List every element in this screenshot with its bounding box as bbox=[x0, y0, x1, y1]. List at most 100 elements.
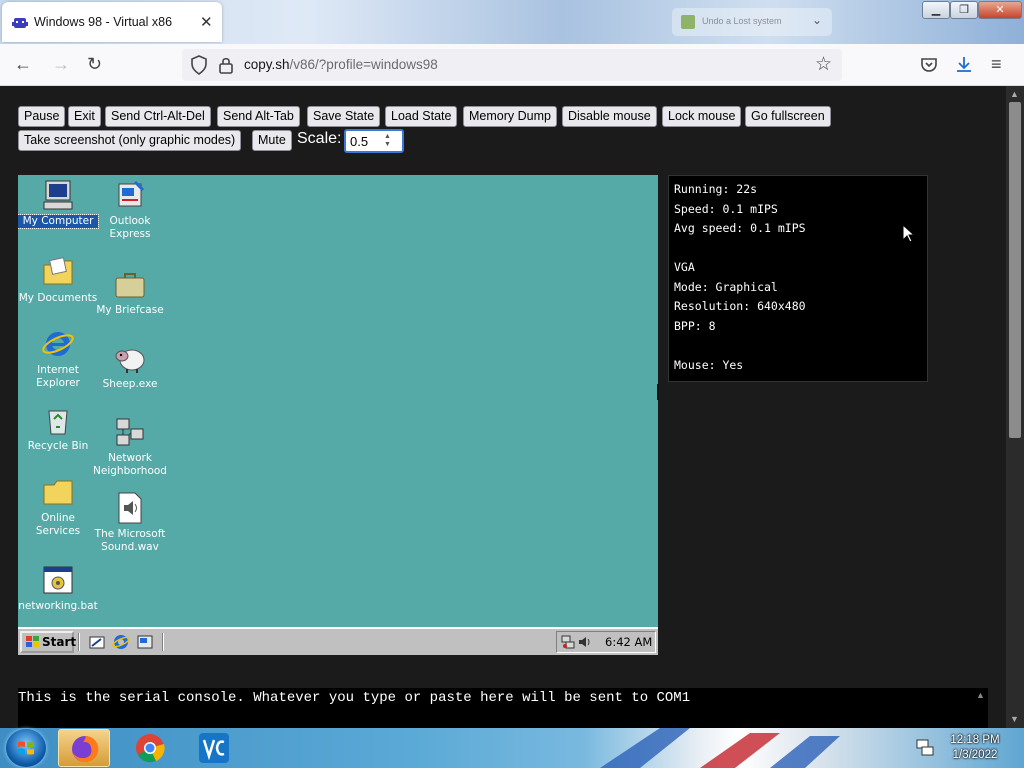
url-text[interactable]: copy.sh/v86/?profile=windows98 bbox=[244, 57, 438, 72]
serial-console[interactable]: This is the serial console. Whatever you… bbox=[18, 688, 988, 728]
start-button[interactable]: Start bbox=[20, 631, 77, 653]
my-computer-icon[interactable]: My Computer bbox=[18, 178, 99, 229]
win98-taskbar: Start 6:42 AM bbox=[18, 627, 658, 655]
url-bar[interactable]: copy.sh/v86/?profile=windows98 ☆ bbox=[182, 49, 842, 81]
url-host: copy.sh bbox=[244, 57, 290, 72]
network-neighborhood-icon[interactable]: Network Neighborhood bbox=[90, 415, 170, 478]
tab-inactive[interactable]: Undo a Lost system ⌄ bbox=[672, 8, 832, 36]
menu-hamburger-icon[interactable]: ≡ bbox=[991, 54, 1002, 74]
pocket-icon[interactable] bbox=[920, 56, 938, 74]
scroll-thumb[interactable] bbox=[1009, 102, 1021, 438]
recycle-bin-icon bbox=[48, 410, 68, 435]
network-tray-icon[interactable] bbox=[916, 739, 934, 756]
sheep-exe-icon[interactable]: Sheep.exe bbox=[90, 341, 170, 391]
url-path: /v86/?profile=windows98 bbox=[289, 57, 438, 72]
system-tray: 6:42 AM bbox=[556, 631, 656, 653]
go-fullscreen-button[interactable]: Go fullscreen bbox=[745, 106, 831, 127]
stat-mouse: Mouse: Yes bbox=[674, 357, 744, 372]
host-date: 1/3/2022 bbox=[952, 749, 998, 761]
veracrypt-icon bbox=[199, 733, 229, 763]
firefox-taskbar-button[interactable] bbox=[58, 729, 110, 767]
sheep-icon bbox=[115, 349, 145, 373]
wallpaper-art bbox=[600, 728, 840, 768]
folder-icon bbox=[43, 257, 73, 285]
desktop-icon-label: Sheep.exe bbox=[102, 378, 158, 390]
internet-explorer-icon[interactable]: Internet Explorer bbox=[18, 327, 98, 390]
save-state-button[interactable]: Save State bbox=[307, 106, 381, 127]
screen-edge-marker bbox=[657, 384, 659, 400]
tab-inactive-title: Undo a Lost system bbox=[702, 16, 782, 26]
scale-spinner-icon[interactable]: ▲ ▼ bbox=[384, 133, 391, 149]
scale-label: Scale: bbox=[297, 130, 342, 147]
internet-explorer-icon[interactable] bbox=[112, 633, 130, 651]
mute-button[interactable]: Mute bbox=[252, 130, 292, 151]
memory-dump-button[interactable]: Memory Dump bbox=[463, 106, 557, 127]
scroll-up-icon[interactable]: ▲ bbox=[1010, 89, 1019, 99]
taskbar-separator bbox=[162, 633, 164, 651]
start-label: Start bbox=[42, 635, 77, 649]
online-services-icon[interactable]: Online Services bbox=[18, 475, 98, 538]
v86-favicon-icon bbox=[12, 18, 28, 28]
forward-arrow-icon[interactable]: → bbox=[52, 54, 70, 74]
reload-icon[interactable]: ↻ bbox=[87, 54, 102, 74]
close-window-button[interactable]: ✕ bbox=[978, 1, 1022, 19]
desktop-icon-label: My Computer bbox=[18, 214, 99, 229]
stat-vga-heading: VGA bbox=[674, 260, 695, 274]
lock-mouse-button[interactable]: Lock mouse bbox=[662, 106, 742, 127]
desktop-icon-label: Recycle Bin bbox=[27, 440, 89, 452]
tab-close-icon[interactable]: ✕ bbox=[200, 13, 213, 31]
veracrypt-taskbar-button[interactable] bbox=[188, 729, 240, 767]
networking-bat-icon[interactable]: networking.bat bbox=[18, 563, 98, 613]
page-scrollbar[interactable]: ▲ ▼ bbox=[1006, 86, 1024, 728]
send-alt-tab-button[interactable]: Send Alt-Tab bbox=[217, 106, 300, 127]
chevron-down-icon[interactable]: ⌄ bbox=[812, 13, 822, 27]
tab-windows98[interactable]: Windows 98 - Virtual x86 ✕ bbox=[2, 2, 222, 42]
network-tray-icon[interactable] bbox=[561, 635, 575, 649]
windows-flag-icon bbox=[26, 636, 39, 647]
my-documents-icon[interactable]: My Documents bbox=[18, 255, 98, 305]
desktop-icon-label: The Microsoft Sound.wav bbox=[94, 528, 166, 553]
stat-speed: Speed: 0.1 mIPS bbox=[674, 201, 778, 216]
back-arrow-icon[interactable]: ← bbox=[14, 54, 32, 74]
internet-explorer-icon bbox=[42, 332, 74, 356]
serial-console-text: This is the serial console. Whatever you… bbox=[18, 690, 691, 706]
recycle-bin-icon[interactable]: Recycle Bin bbox=[18, 403, 98, 453]
exit-button[interactable]: Exit bbox=[68, 106, 101, 127]
outlook-express-icon[interactable]: Outlook Express bbox=[90, 178, 170, 241]
restore-window-button[interactable]: ❐ bbox=[950, 1, 978, 19]
bookmark-star-icon[interactable]: ☆ bbox=[815, 53, 832, 76]
download-icon[interactable] bbox=[955, 55, 973, 73]
take-screenshot-button[interactable]: Take screenshot (only graphic modes) bbox=[18, 130, 242, 151]
outlook-express-icon[interactable] bbox=[136, 633, 154, 651]
stat-bpp: BPP: 8 bbox=[674, 318, 716, 333]
stat-avg-speed: Avg speed: 0.1 mIPS bbox=[674, 221, 806, 235]
volume-icon[interactable] bbox=[577, 635, 591, 649]
stat-resolution: Resolution: 640x480 bbox=[674, 299, 806, 313]
host-clock[interactable]: 12:18 PM 1/3/2022 bbox=[940, 733, 1010, 763]
network-icon bbox=[116, 418, 144, 446]
desktop-icon-label: My Briefcase bbox=[96, 304, 164, 316]
my-briefcase-icon[interactable]: My Briefcase bbox=[90, 267, 170, 317]
vm-screen[interactable]: My Computer My Documents Internet Explor… bbox=[18, 175, 658, 655]
tab-favicon-icon bbox=[681, 15, 695, 29]
lock-icon[interactable] bbox=[218, 56, 234, 74]
host-time: 12:18 PM bbox=[950, 734, 1000, 746]
microsoft-sound-icon[interactable]: The Microsoft Sound.wav bbox=[90, 491, 170, 554]
minimize-window-button[interactable]: ▁ bbox=[922, 1, 950, 19]
host-taskbar: 12:18 PM 1/3/2022 bbox=[0, 728, 1024, 768]
show-desktop-icon[interactable] bbox=[88, 633, 106, 651]
tracking-shield-icon[interactable] bbox=[190, 55, 208, 75]
scroll-down-icon[interactable]: ▼ bbox=[1010, 714, 1019, 724]
navigation-bar: ← → ↻ copy.sh/v86/?profile=windows98 ☆ ≡ bbox=[0, 44, 1024, 86]
pause-button[interactable]: Pause bbox=[18, 106, 66, 127]
stat-mode: Mode: Graphical bbox=[674, 279, 778, 294]
desktop-icon-label: My Documents bbox=[18, 292, 98, 304]
send-ctrl-alt-del-button[interactable]: Send Ctrl-Alt-Del bbox=[105, 106, 211, 127]
load-state-button[interactable]: Load State bbox=[385, 106, 458, 127]
scale-input[interactable] bbox=[344, 129, 404, 153]
chrome-taskbar-button[interactable] bbox=[124, 729, 176, 767]
chevron-up-icon[interactable]: ▲ bbox=[976, 690, 985, 700]
windows-start-button[interactable] bbox=[6, 729, 46, 767]
disable-mouse-button[interactable]: Disable mouse bbox=[562, 106, 657, 127]
batch-file-icon bbox=[43, 566, 73, 594]
